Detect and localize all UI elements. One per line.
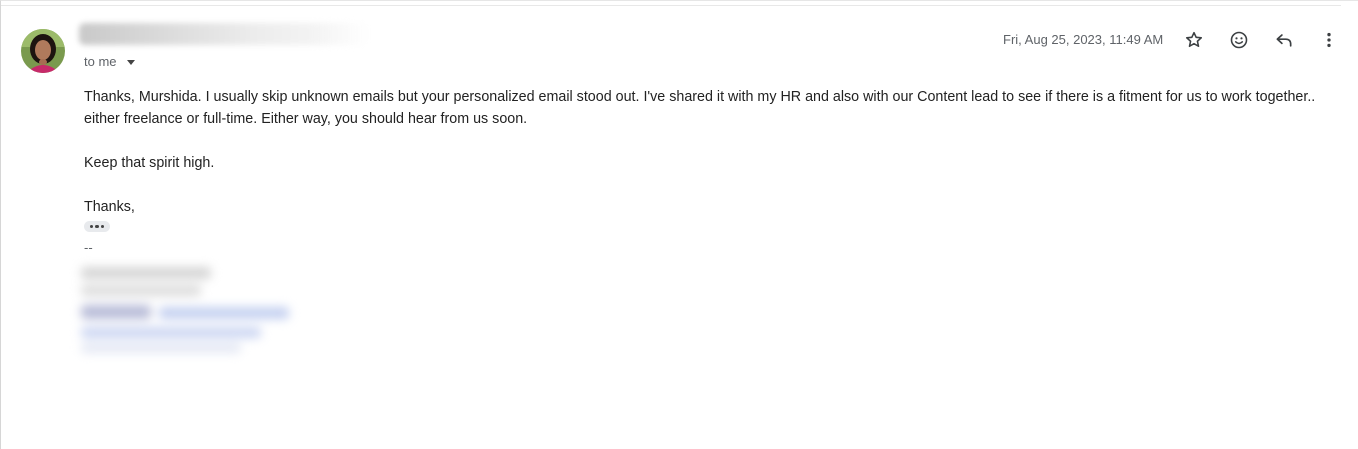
star-button[interactable] <box>1182 28 1206 52</box>
closing-line: Thanks, <box>84 199 135 215</box>
recipient-details-toggle[interactable]: to me <box>84 54 135 69</box>
signature-redacted <box>71 263 299 361</box>
recipient-label: to me <box>84 54 117 69</box>
star-icon <box>1185 31 1203 48</box>
reply-button[interactable] <box>1272 28 1296 52</box>
body-paragraph: Keep that spirit high. <box>84 155 215 171</box>
top-divider <box>1 5 1341 6</box>
sender-name-redacted <box>79 23 369 45</box>
email-message: to me Fri, Aug 25, 2023, 11:49 AM Thanks… <box>0 0 1358 449</box>
chevron-down-icon[interactable] <box>126 59 135 65</box>
body-paragraph-line: Thanks, Murshida. I usually skip unknown… <box>84 89 1316 105</box>
signature-separator: -- <box>84 240 93 255</box>
body-paragraph-line: either freelance or full-time. Either wa… <box>84 111 528 127</box>
email-body: Thanks, Murshida. I usually skip unknown… <box>84 86 1346 218</box>
emoji-reaction-icon <box>1230 31 1248 49</box>
email-timestamp: Fri, Aug 25, 2023, 11:49 AM <box>1003 32 1164 47</box>
more-options-icon <box>1327 32 1331 48</box>
show-trimmed-content-button[interactable] <box>84 221 110 232</box>
emoji-reaction-button[interactable] <box>1227 28 1251 52</box>
sender-avatar[interactable] <box>21 29 65 73</box>
more-options-button[interactable] <box>1317 28 1341 52</box>
reply-icon <box>1276 34 1292 47</box>
